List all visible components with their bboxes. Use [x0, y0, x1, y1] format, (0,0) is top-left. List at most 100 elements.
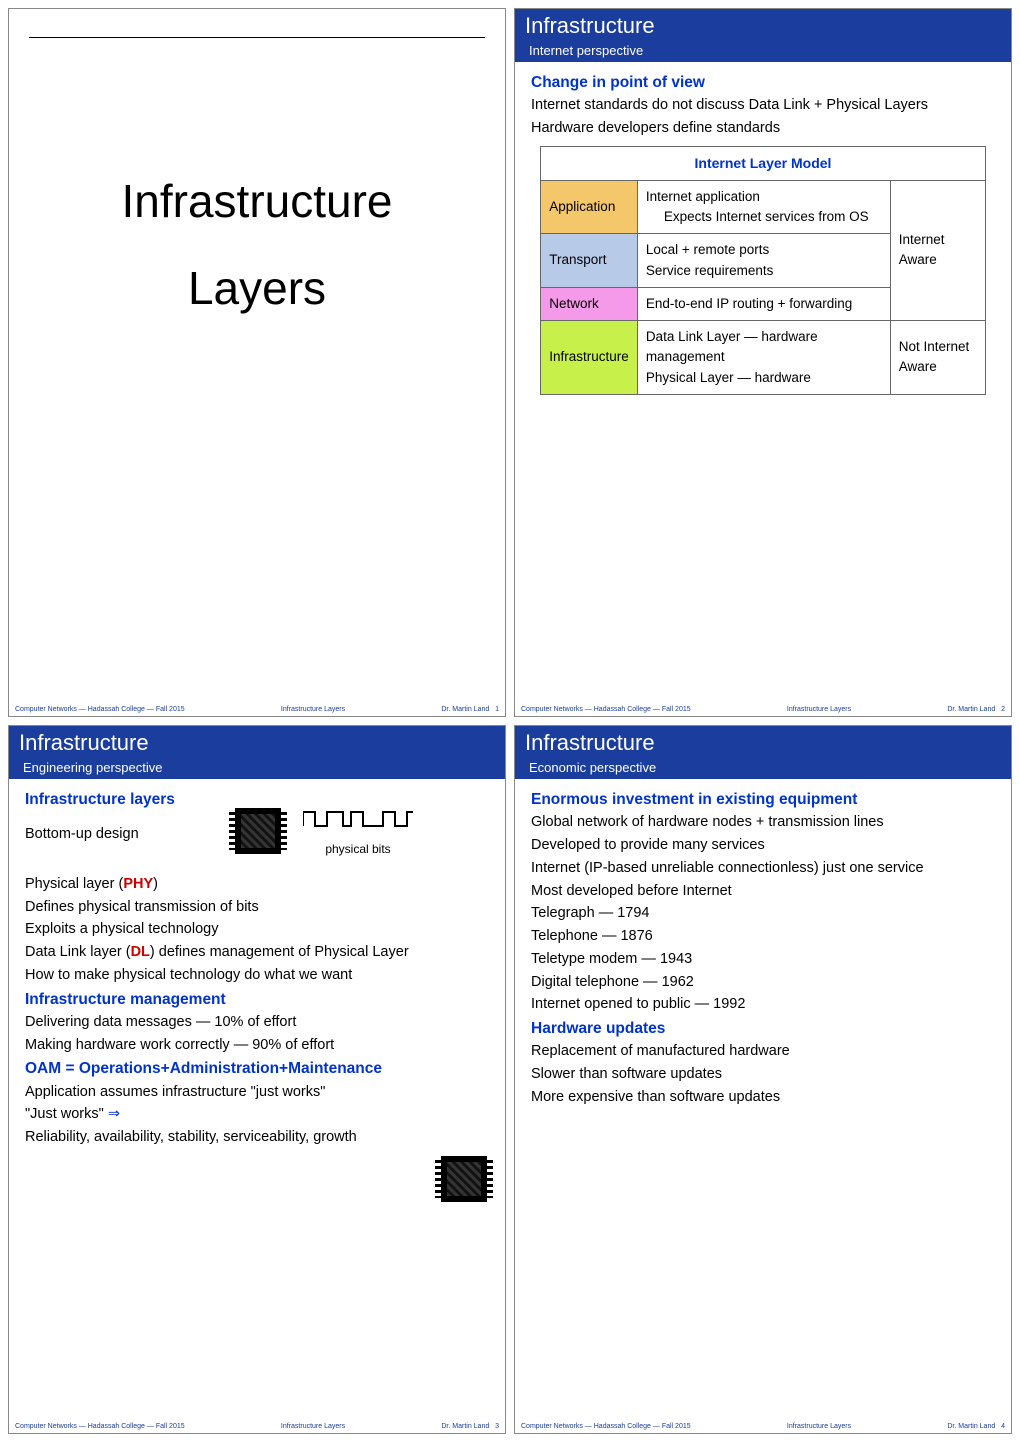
cell-desc-app-1: Internet application [646, 189, 760, 204]
s4-p7: Teletype modem — 1943 [531, 949, 995, 971]
footer-author: Dr. Martin Land [441, 1423, 489, 1430]
s3-p2c: ) [153, 876, 158, 892]
s3-p5: Data Link layer (DL) defines management … [25, 942, 489, 964]
slide-2-body: Infrastructure Internet perspective Chan… [515, 9, 1011, 704]
s3-p2: Physical layer (PHY) [25, 874, 489, 896]
cell-desc-application: Internet application Expects Internet se… [637, 180, 890, 234]
footer-right: Dr. Martin Land 3 [441, 1423, 499, 1430]
s2-heading: Change in point of view [531, 71, 995, 94]
title-line-2: Layers [9, 245, 505, 332]
slide-3: Infrastructure Engineering perspective I… [8, 725, 506, 1434]
table-caption: Internet Layer Model [541, 146, 985, 180]
s3-p2b: PHY [123, 876, 153, 892]
cell-desc-inf-1: Data Link Layer — hardware management [646, 329, 818, 364]
title-text: Infrastructure Layers [9, 158, 505, 333]
slide-2-header: Infrastructure [515, 9, 1011, 41]
cell-desc-transport: Local + remote ports Service requirement… [637, 234, 890, 288]
footer-right: Dr. Martin Land 4 [947, 1423, 1005, 1430]
signal-caption: physical bits [303, 840, 413, 858]
s3-p10a: "Just works" [25, 1106, 108, 1122]
table-row: Application Internet application Expects… [541, 180, 985, 234]
square-wave-icon [303, 808, 413, 830]
slide-3-body: Infrastructure Engineering perspective I… [9, 726, 505, 1421]
footer-center: Infrastructure Layers [787, 706, 851, 713]
cell-desc-app-2: Expects Internet services from OS [664, 207, 869, 227]
chip-icon [235, 808, 281, 854]
slide-4-body: Infrastructure Economic perspective Enor… [515, 726, 1011, 1421]
slide-3-header: Infrastructure [9, 726, 505, 758]
s3-p9: Application assumes infrastructure "just… [25, 1082, 489, 1104]
signal-block: physical bits [303, 808, 413, 858]
s4-p9: Internet opened to public — 1992 [531, 994, 995, 1016]
s4-p4: Most developed before Internet [531, 881, 995, 903]
cell-desc-tr-1: Local + remote ports [646, 242, 769, 257]
s4-heading-1: Enormous investment in existing equipmen… [531, 788, 995, 811]
s3-p8: Making hardware work correctly — 90% of … [25, 1035, 489, 1057]
slide-3-subheader: Engineering perspective [9, 758, 505, 779]
chip-icon-2 [441, 1156, 487, 1202]
s3-heading-2: Infrastructure management [25, 988, 489, 1011]
slide-2: Infrastructure Internet perspective Chan… [514, 8, 1012, 717]
s3-p5a: Data Link layer ( [25, 944, 131, 960]
s3-p11: Reliability, availability, stability, se… [25, 1127, 489, 1149]
title-rule [29, 37, 485, 38]
slide-grid: Infrastructure Layers Computer Networks … [8, 8, 1012, 1434]
s2-line2: Hardware developers define standards [531, 118, 995, 140]
s4-p2: Developed to provide many services [531, 835, 995, 857]
cell-desc-network: End-to-end IP routing + forwarding [637, 287, 890, 320]
s3-p6: How to make physical technology do what … [25, 965, 489, 987]
cell-desc-inf-2: Physical Layer — hardware [646, 370, 811, 385]
s3-p3: Defines physical transmission of bits [25, 897, 489, 919]
cell-desc-infrastructure: Data Link Layer — hardware management Ph… [637, 321, 890, 395]
s3-p4: Exploits a physical technology [25, 919, 489, 941]
table-row: Infrastructure Data Link Layer — hardwar… [541, 321, 985, 395]
arrow-icon: ⇒ [108, 1106, 120, 1122]
footer-page: 2 [1001, 706, 1005, 713]
s4-p10: Replacement of manufactured hardware [531, 1041, 995, 1063]
slide-2-subheader: Internet perspective [515, 41, 1011, 62]
footer-right: Dr. Martin Land 2 [947, 706, 1005, 713]
footer-page: 3 [495, 1423, 499, 1430]
footer-author: Dr. Martin Land [441, 706, 489, 713]
s3-p10: "Just works" ⇒ [25, 1104, 489, 1126]
s2-line1: Internet standards do not discuss Data L… [531, 95, 995, 117]
s4-p5: Telegraph — 1794 [531, 903, 995, 925]
footer-left: Computer Networks — Hadassah College — F… [15, 1423, 185, 1430]
s4-p12: More expensive than software updates [531, 1087, 995, 1109]
slide-4: Infrastructure Economic perspective Enor… [514, 725, 1012, 1434]
s3-p7: Delivering data messages — 10% of effort [25, 1012, 489, 1034]
s4-p6: Telephone — 1876 [531, 926, 995, 948]
footer-page: 4 [1001, 1423, 1005, 1430]
s3-heading-3: OAM = Operations+Administration+Maintena… [25, 1057, 489, 1080]
s4-p11: Slower than software updates [531, 1064, 995, 1086]
s3-p2a: Physical layer ( [25, 876, 123, 892]
slide-3-footer: Computer Networks — Hadassah College — F… [9, 1421, 505, 1433]
footer-author: Dr. Martin Land [947, 706, 995, 713]
footer-right: Dr. Martin Land 1 [441, 706, 499, 713]
cell-desc-tr-2: Service requirements [646, 263, 774, 278]
s3-p5b: DL [131, 944, 150, 960]
slide-1-body: Infrastructure Layers [9, 9, 505, 704]
slide-4-subheader: Economic perspective [515, 758, 1011, 779]
slide-4-footer: Computer Networks — Hadassah College — F… [515, 1421, 1011, 1433]
footer-center: Infrastructure Layers [281, 706, 345, 713]
cell-internet-aware: Internet Aware [890, 180, 985, 320]
footer-center: Infrastructure Layers [787, 1423, 851, 1430]
cell-not-internet-aware: Not Internet Aware [890, 321, 985, 395]
footer-page: 1 [495, 706, 499, 713]
footer-center: Infrastructure Layers [281, 1423, 345, 1430]
slide-2-footer: Computer Networks — Hadassah College — F… [515, 704, 1011, 716]
footer-left: Computer Networks — Hadassah College — F… [521, 706, 691, 713]
title-line-1: Infrastructure [9, 158, 505, 245]
cell-layer-network: Network [541, 287, 638, 320]
cell-layer-transport: Transport [541, 234, 638, 288]
s4-heading-2: Hardware updates [531, 1017, 995, 1040]
slide-4-content: Enormous investment in existing equipmen… [515, 779, 1011, 1114]
slide-1: Infrastructure Layers Computer Networks … [8, 8, 506, 717]
slide-2-content: Change in point of view Internet standar… [515, 62, 1011, 399]
slide-1-footer: Computer Networks — Hadassah College — F… [9, 704, 505, 716]
slide-4-header: Infrastructure [515, 726, 1011, 758]
footer-author: Dr. Martin Land [947, 1423, 995, 1430]
cell-layer-application: Application [541, 180, 638, 234]
slide-3-content: Infrastructure layers physical bits Bott… [9, 779, 505, 1154]
